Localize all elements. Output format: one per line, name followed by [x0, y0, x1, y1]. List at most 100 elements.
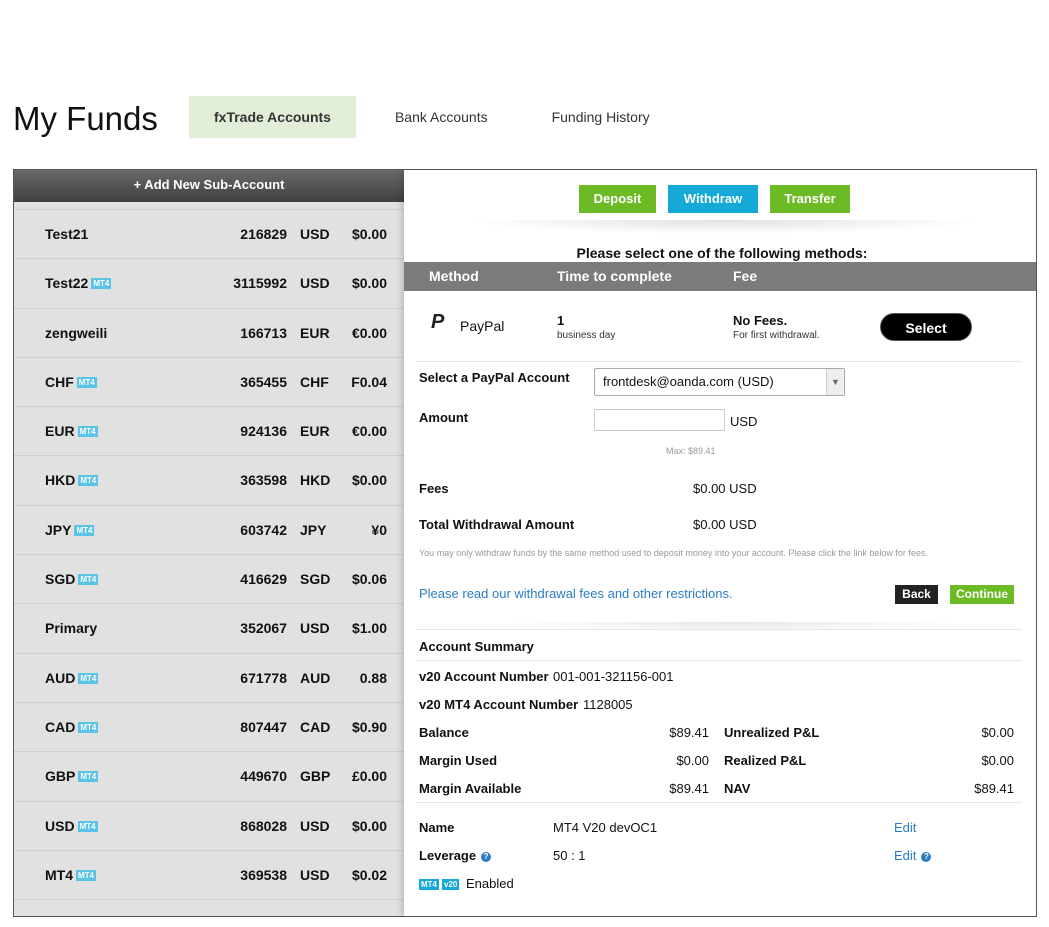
back-button[interactable]: Back	[895, 585, 938, 604]
account-number: 363598	[240, 472, 287, 489]
summary-shadow	[504, 622, 964, 632]
fees-label: Fees	[419, 481, 449, 496]
mt4-badge: MT4	[77, 820, 98, 832]
leverage-value: 50 : 1	[553, 848, 586, 863]
paypal-label: PayPal	[460, 318, 505, 334]
account-row[interactable]: Test21 216829 USD $0.00	[14, 210, 404, 260]
help-icon[interactable]: ?	[481, 852, 492, 862]
amount-input[interactable]	[594, 409, 725, 431]
edit-leverage-link[interactable]: Edit	[894, 848, 916, 863]
account-row[interactable]: Primary 352067 USD $1.00	[14, 604, 404, 654]
account-row[interactable]: JPY MT4 603742 JPY ¥0	[14, 506, 404, 556]
balance-value: $89.41	[669, 725, 709, 740]
account-name: HKD MT4	[45, 456, 99, 504]
account-name-text: CHF	[45, 373, 74, 390]
account-name-text: SGD	[45, 571, 76, 588]
account-currency: EUR	[300, 324, 330, 341]
mt4-account-label: v20 MT4 Account Number	[419, 697, 579, 712]
platform-status: MT4 v20 Enabled	[419, 876, 514, 891]
select-paypal-button[interactable]: Select	[880, 313, 972, 341]
account-currency: EUR	[300, 423, 330, 440]
col-method: Method	[429, 268, 479, 284]
account-row[interactable]: GBP MT4 449670 GBP £0.00	[14, 752, 404, 802]
account-row[interactable]: USD MT4 868028 USD $0.00	[14, 802, 404, 851]
divider	[416, 660, 1022, 661]
account-number: 449670	[240, 768, 287, 785]
edit-name-link[interactable]: Edit	[894, 820, 916, 835]
account-name-text: JPY	[45, 521, 72, 538]
max-amount-note: Max: $89.41	[666, 446, 716, 456]
account-row[interactable]: CHF MT4 365455 CHF F0.04	[14, 358, 404, 408]
account-number: 166713	[240, 324, 287, 341]
account-name: CHF MT4	[45, 358, 97, 406]
account-currency: JPY	[300, 521, 327, 538]
deposit-button[interactable]: Deposit	[579, 185, 656, 213]
leverage-label: Leverage	[419, 848, 477, 863]
account-name: JPY MT4	[45, 506, 95, 554]
mt4-badge: MT4	[77, 426, 98, 438]
withdrawal-fees-link[interactable]: Please read our withdrawal fees and othe…	[419, 586, 733, 601]
account-row[interactable]: zengweili 166713 EUR €0.00	[14, 309, 404, 358]
total-withdrawal-value: $0.00 USD	[693, 517, 757, 532]
methods-table-header: Method Time to complete Fee	[404, 262, 1036, 291]
account-row[interactable]: HKD MT4 363598 HKD $0.00	[14, 456, 404, 506]
mt4-badge: MT4	[74, 524, 95, 536]
account-name-text: MT4	[45, 866, 73, 883]
transfer-button[interactable]: Transfer	[770, 185, 850, 213]
account-balance: $0.00	[351, 226, 387, 242]
account-name-text: Primary	[45, 620, 98, 637]
account-balance: $0.90	[351, 718, 387, 735]
divider	[416, 802, 1022, 803]
account-row[interactable]: EUR MT4 924136 EUR €0.00	[14, 407, 404, 457]
add-sub-account-button[interactable]: + Add New Sub-Account	[14, 170, 404, 202]
help-icon[interactable]: ?	[921, 852, 932, 862]
mt4-badge: MT4	[76, 869, 96, 881]
realized-pl-label: Realized P&L	[724, 753, 807, 768]
account-summary-title: Account Summary	[419, 639, 534, 654]
account-number: 352067	[240, 620, 287, 637]
account-row[interactable]: SGD MT4 416629 SGD $0.06	[14, 555, 404, 605]
account-row[interactable]: AUD MT4 671778 AUD 0.88	[14, 654, 404, 703]
margin-used-value: $0.00	[676, 753, 709, 768]
unrealized-pl-value: $0.00	[981, 725, 1014, 740]
unrealized-pl-label: Unrealized P&L	[724, 725, 820, 740]
continue-button[interactable]: Continue	[950, 585, 1014, 604]
mt4-badge: MT4	[78, 721, 99, 733]
account-balance: £0.00	[351, 768, 387, 785]
account-currency: CHF	[300, 373, 329, 390]
tab-bank-accounts[interactable]: Bank Accounts	[370, 96, 513, 138]
withdraw-button[interactable]: Withdraw	[668, 185, 758, 213]
account-name: EUR MT4	[45, 407, 98, 455]
col-fee: Fee	[733, 268, 758, 284]
account-name: USD MT4	[45, 802, 98, 850]
funds-panel: + Add New Sub-Account Test21 216829 USD $0.…	[13, 169, 1037, 917]
v20-account-value: 001-001-321156-001	[553, 669, 674, 684]
v20-badge: v20	[442, 879, 460, 890]
mt4-account-value: 1128005	[583, 697, 633, 712]
account-balance: $0.00	[351, 472, 387, 489]
mt4-badge: MT4	[76, 376, 97, 388]
page-title: My Funds	[13, 100, 158, 137]
account-name-text: AUD	[45, 669, 76, 686]
name-value: MT4 V20 devOC1	[553, 820, 658, 835]
account-number: 807447	[240, 718, 287, 735]
account-currency: USD	[300, 275, 330, 292]
account-number: 216829	[240, 226, 287, 242]
nav-label: NAV	[724, 781, 751, 796]
leverage-label-group: Leverage?	[419, 848, 492, 863]
account-name: Primary	[45, 604, 97, 652]
account-balance: €0.00	[351, 324, 387, 341]
account-row[interactable]: Test22 MT4 3115992 USD $0.00	[14, 259, 404, 309]
account-name: Test21	[45, 210, 88, 258]
account-number: 369538	[240, 866, 287, 883]
tab-funding-history[interactable]: Funding History	[527, 96, 675, 138]
mt4-badge: MT4	[78, 771, 99, 783]
tab-fxtrade-accounts[interactable]: fxTrade Accounts	[189, 96, 356, 138]
amount-currency: USD	[730, 414, 758, 429]
account-row[interactable]: CAD MT4 807447 CAD $0.90	[14, 703, 404, 753]
mt4-badge: MT4	[419, 879, 439, 890]
paypal-account-select[interactable]: frontdesk@oanda.com (USD) ▼	[594, 368, 845, 396]
account-row[interactable]: MT4 MT4 369538 USD $0.02	[14, 851, 404, 901]
paypal-account-label: Select a PayPal Account	[419, 370, 570, 385]
account-list: Test21 216829 USD $0.00 Test22 MT4 3115992 USD $…	[14, 209, 404, 901]
